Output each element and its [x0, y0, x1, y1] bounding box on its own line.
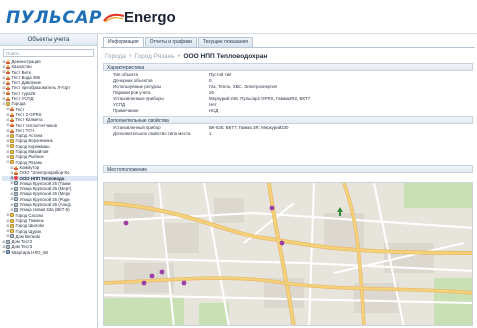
folder-icon [10, 218, 14, 223]
folder-icon [10, 160, 14, 165]
folder-icon [10, 133, 14, 138]
row-value: НСД [209, 108, 219, 113]
tab-reports[interactable]: Отчеты и графики [144, 37, 197, 47]
objects-tree: ⊞ Демонстрация ⊞ Казахстан ⊞ Тест Вите ⊞ Тест В… [0, 59, 97, 255]
logo-swoosh-icon [103, 13, 125, 23]
person-icon [6, 96, 10, 101]
person-icon [10, 128, 14, 133]
breadcrumb-separator: » [128, 53, 132, 59]
app-header: ПУЛЬСАР Energo [0, 0, 477, 34]
person-icon [10, 112, 14, 117]
map-marker-icon[interactable] [123, 220, 129, 226]
house-icon [14, 202, 18, 207]
map-marker-icon[interactable] [149, 273, 155, 279]
person-icon [6, 70, 10, 75]
house-icon [6, 245, 10, 250]
folder-icon [10, 229, 14, 234]
person-icon [6, 80, 10, 85]
section-location: Местоположение [103, 165, 473, 173]
dev-icon [14, 176, 18, 181]
house-icon [14, 181, 18, 186]
folder-icon [10, 144, 14, 149]
row-key: Дополнительное свойство типа места [113, 131, 191, 136]
person-icon [10, 117, 14, 122]
tree-node[interactable]: ⊞ Квартира НЛО_WI [2, 250, 97, 255]
extra-rows: Установленный прибор ВК-625; ВКТ7; Гамма … [113, 125, 473, 137]
row-key: Примечание [113, 108, 139, 113]
row-value: 1 [209, 131, 212, 136]
house-icon [14, 186, 18, 191]
map-marker-icon[interactable] [269, 205, 275, 211]
folder-icon [10, 139, 14, 144]
tree-search-input[interactable]: Поиск... [3, 49, 94, 57]
objects-panel: Объекты учета Поиск... ⊞ Демонстрация ⊞ Каз… [0, 34, 98, 328]
house-icon [6, 239, 10, 244]
house-icon [14, 192, 18, 197]
folder-icon [10, 154, 14, 159]
logo-text: ПУЛЬСАР [6, 8, 103, 28]
details-panel: Информация Отчеты и графики Текущие пока… [101, 34, 475, 328]
house-icon [14, 197, 18, 202]
breadcrumb-separator: » [177, 53, 181, 59]
person-icon [6, 75, 10, 80]
breadcrumb-current: ООО НПП Тепловодохран [183, 52, 268, 60]
tab-info[interactable]: Информация [103, 37, 144, 47]
person-icon [14, 170, 18, 175]
breadcrumb-item-cities[interactable]: Города [105, 53, 126, 60]
house-icon [10, 234, 14, 239]
breadcrumb: Города » Город Рязань » ООО НПП Тепловод… [105, 51, 267, 61]
person-icon [10, 123, 14, 128]
map-marker-icon[interactable] [181, 280, 187, 286]
folder-icon [10, 149, 14, 154]
map-marker-icon[interactable] [279, 240, 285, 246]
section-extra-properties: Дополнительные свойства [103, 116, 473, 124]
folder-icon [10, 213, 14, 218]
section-characteristics: Характеристика [103, 63, 473, 71]
person-icon [6, 86, 10, 91]
folder-icon [6, 102, 10, 107]
map-canvas [104, 183, 472, 325]
tree-node-label: Квартира НЛО_WI [11, 249, 49, 255]
tab-divider [101, 47, 475, 48]
breadcrumb-item-ryazan[interactable]: Город Рязань [135, 53, 175, 60]
house-icon [14, 207, 18, 212]
map-marker-icon[interactable] [159, 269, 165, 275]
table-row: Примечание НСД [113, 108, 473, 114]
characteristics-rows: Тип объекта Пустой тип Дочерних объектов 0… [113, 72, 473, 114]
person-icon [14, 165, 18, 170]
person-icon [6, 64, 10, 69]
objects-panel-title: Объекты учета [0, 34, 97, 46]
folder-icon [10, 223, 14, 228]
meter-icon [6, 250, 10, 255]
app-title: Energo [124, 9, 176, 26]
tab-bar: Информация Отчеты и графики Текущие пока… [103, 37, 254, 47]
person-icon [6, 91, 10, 96]
pulsar-logo[interactable]: ПУЛЬСАР [6, 8, 125, 28]
location-map[interactable] [103, 182, 473, 326]
person-icon [6, 59, 10, 64]
map-marker-icon[interactable] [141, 280, 147, 286]
tab-current-readings[interactable]: Текущие показания [197, 37, 253, 47]
person-icon [10, 107, 14, 112]
table-row: Дополнительное свойство типа места 1 [113, 131, 473, 137]
